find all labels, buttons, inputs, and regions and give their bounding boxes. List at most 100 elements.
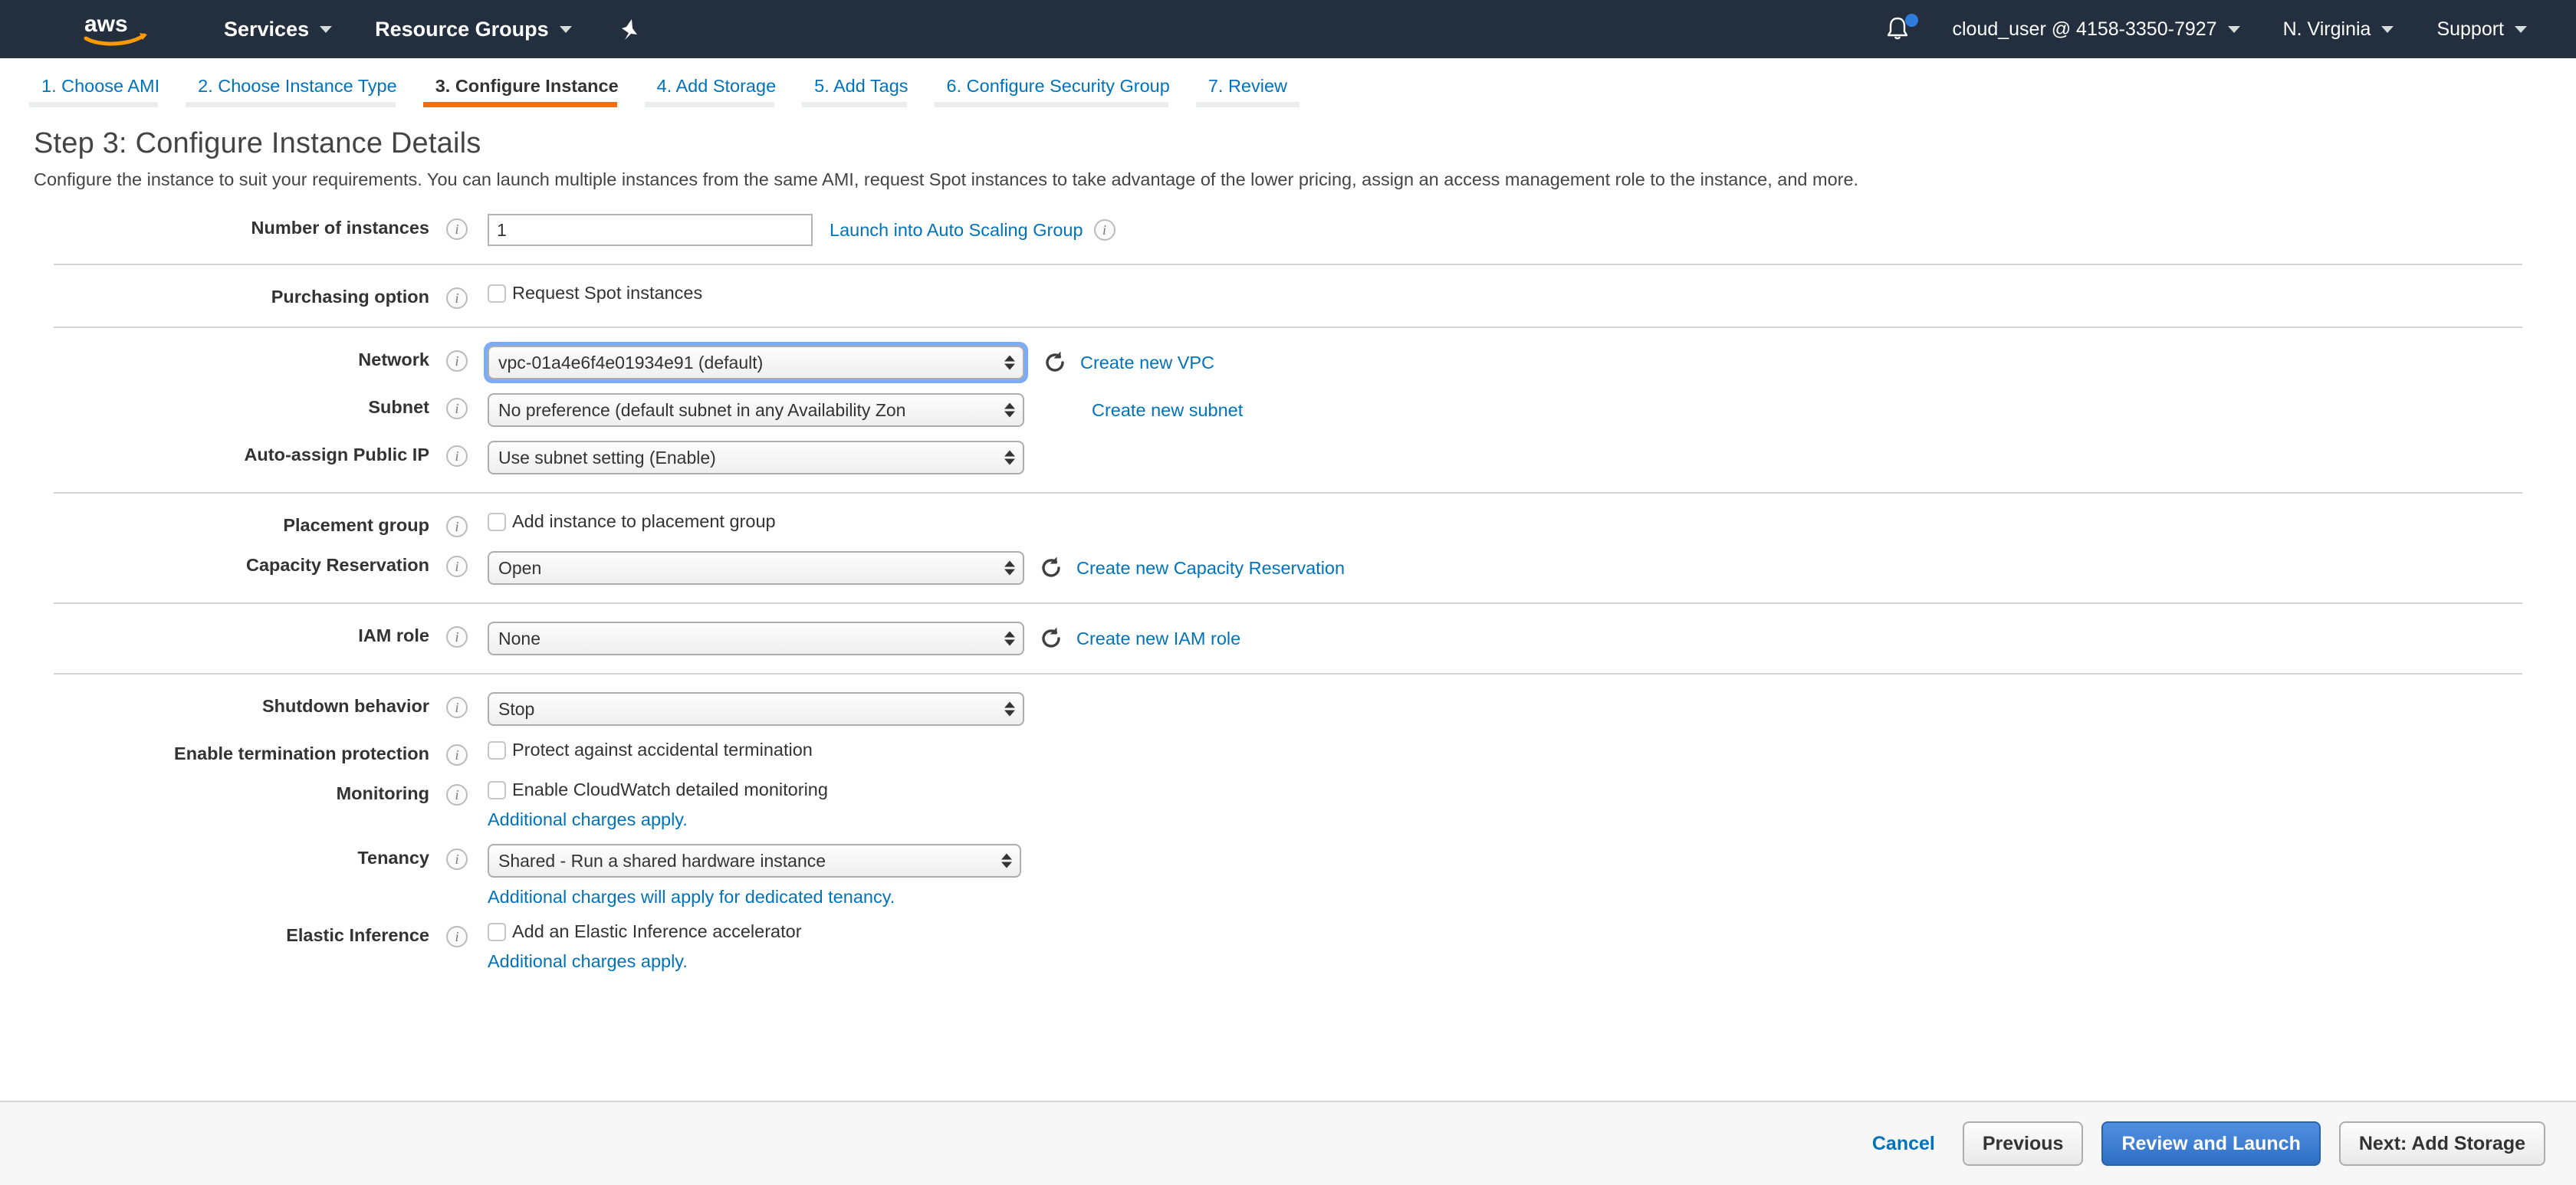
monitoring-additional-charges-link[interactable]: Additional charges apply. <box>488 809 828 830</box>
nav-services[interactable]: Services <box>202 0 353 58</box>
cancel-link[interactable]: Cancel <box>1872 1133 1935 1155</box>
wizard-step-4-label: 4. Add Storage <box>657 76 776 96</box>
aws-logo-icon[interactable]: aws <box>83 11 152 47</box>
wizard-step-5[interactable]: 5. Add Tags <box>802 76 920 107</box>
tenancy-additional-charges-link[interactable]: Additional charges will apply for dedica… <box>488 887 1021 908</box>
info-icon[interactable]: i <box>446 287 468 309</box>
wizard-step-1[interactable]: 1. Choose AMI <box>29 76 172 107</box>
wizard-step-6[interactable]: 6. Configure Security Group <box>935 76 1182 107</box>
refresh-iam-role-icon[interactable] <box>1038 625 1064 652</box>
wizard-steps: 1. Choose AMI 2. Choose Instance Type 3.… <box>0 58 2576 107</box>
elastic-inference-checkbox[interactable]: Add an Elastic Inference accelerator <box>488 921 802 942</box>
info-icon[interactable]: i <box>446 697 468 718</box>
review-and-launch-button[interactable]: Review and Launch <box>2101 1121 2320 1166</box>
section-divider <box>54 673 2522 675</box>
number-of-instances-input[interactable] <box>488 214 813 246</box>
elastic-inference-additional-charges-link[interactable]: Additional charges apply. <box>488 951 802 972</box>
info-icon[interactable]: i <box>446 218 468 240</box>
info-icon[interactable]: i <box>446 926 468 947</box>
info-icon[interactable]: i <box>446 626 468 648</box>
checkbox-box[interactable] <box>488 741 506 760</box>
label-purchasing-option: Purchasing option <box>0 283 429 307</box>
create-new-vpc-link[interactable]: Create new VPC <box>1080 353 1214 373</box>
info-icon[interactable]: i <box>446 849 468 870</box>
refresh-network-icon[interactable] <box>1042 350 1068 376</box>
info-icon[interactable]: i <box>446 784 468 806</box>
info-icon[interactable]: i <box>446 445 468 467</box>
wizard-step-4[interactable]: 4. Add Storage <box>645 76 788 107</box>
next-add-storage-button[interactable]: Next: Add Storage <box>2339 1121 2545 1166</box>
subnet-select-value: No preference (default subnet in any Ava… <box>498 400 905 421</box>
refresh-capacity-reservation-icon[interactable] <box>1038 555 1064 581</box>
info-icon[interactable]: i <box>446 556 468 577</box>
create-new-capacity-reservation-link[interactable]: Create new Capacity Reservation <box>1076 558 1345 579</box>
nav-support-menu[interactable]: Support <box>2415 0 2548 58</box>
select-arrows-icon <box>1004 356 1015 370</box>
monitoring-label: Enable CloudWatch detailed monitoring <box>512 780 828 800</box>
wizard-step-7-label: 7. Review <box>1208 76 1287 96</box>
select-arrows-icon <box>1001 854 1012 868</box>
wizard-step-3[interactable]: 3. Configure Instance <box>423 76 631 107</box>
monitoring-checkbox[interactable]: Enable CloudWatch detailed monitoring <box>488 780 828 800</box>
create-new-iam-role-link[interactable]: Create new IAM role <box>1076 629 1240 649</box>
tenancy-select[interactable]: Shared - Run a shared hardware instance <box>488 844 1021 878</box>
launch-into-auto-scaling-group-link[interactable]: Launch into Auto Scaling Group <box>830 220 1083 241</box>
wizard-footer: Cancel Previous Review and Launch Next: … <box>0 1101 2576 1185</box>
add-instance-to-placement-group-label: Add instance to placement group <box>512 511 776 532</box>
network-select[interactable]: vpc-01a4e6f4e01934e91 (default) <box>488 346 1024 379</box>
notification-badge-dot <box>1905 14 1918 27</box>
nav-region-menu[interactable]: N. Virginia <box>2262 0 2416 58</box>
notifications-bell-button[interactable] <box>1884 15 1911 43</box>
label-auto-assign-public-ip: Auto-assign Public IP <box>0 441 429 465</box>
checkbox-box[interactable] <box>488 284 506 303</box>
info-icon[interactable]: i <box>1094 219 1116 241</box>
shutdown-behavior-select[interactable]: Stop <box>488 692 1024 726</box>
request-spot-instances-label: Request Spot instances <box>512 283 702 304</box>
info-icon[interactable]: i <box>446 350 468 372</box>
capacity-reservation-select[interactable]: Open <box>488 551 1024 585</box>
request-spot-instances-checkbox[interactable]: Request Spot instances <box>488 283 702 304</box>
select-arrows-icon <box>1004 561 1015 576</box>
chevron-down-icon <box>2515 26 2527 33</box>
checkbox-box[interactable] <box>488 781 506 799</box>
tenancy-value: Shared - Run a shared hardware instance <box>498 851 826 872</box>
row-subnet: Subnet i No preference (default subnet i… <box>0 386 2576 434</box>
nav-account-menu[interactable]: cloud_user @ 4158-3350-7927 <box>1930 0 2261 58</box>
row-iam-role: IAM role i None Create new IAM role <box>0 615 2576 662</box>
shutdown-behavior-value: Stop <box>498 699 534 720</box>
termination-protection-label: Protect against accidental termination <box>512 740 813 760</box>
auto-assign-public-ip-select[interactable]: Use subnet setting (Enable) <box>488 441 1024 474</box>
checkbox-box[interactable] <box>488 923 506 941</box>
add-instance-to-placement-group-checkbox[interactable]: Add instance to placement group <box>488 511 776 532</box>
info-icon[interactable]: i <box>446 516 468 537</box>
row-placement-group: Placement group i Add instance to placem… <box>0 504 2576 544</box>
row-purchasing-option: Purchasing option i Request Spot instanc… <box>0 276 2576 316</box>
select-arrows-icon <box>1004 451 1015 465</box>
label-monitoring: Monitoring <box>0 780 429 804</box>
capacity-reservation-value: Open <box>498 558 541 579</box>
termination-protection-checkbox[interactable]: Protect against accidental termination <box>488 740 813 760</box>
subnet-select[interactable]: No preference (default subnet in any Ava… <box>488 393 1024 427</box>
iam-role-select[interactable]: None <box>488 622 1024 655</box>
checkbox-box[interactable] <box>488 513 506 531</box>
nav-support-label: Support <box>2436 18 2504 41</box>
nav-resource-groups[interactable]: Resource Groups <box>353 0 593 58</box>
wizard-step-2[interactable]: 2. Choose Instance Type <box>186 76 409 107</box>
info-icon[interactable]: i <box>446 398 468 419</box>
nav-services-label: Services <box>224 18 309 41</box>
section-divider <box>54 602 2522 604</box>
row-elastic-inference: Elastic Inference i Add an Elastic Infer… <box>0 914 2576 979</box>
info-icon[interactable]: i <box>446 744 468 766</box>
create-new-subnet-link[interactable]: Create new subnet <box>1092 400 1243 421</box>
network-select-focus-ring: vpc-01a4e6f4e01934e91 (default) <box>484 342 1028 383</box>
label-iam-role: IAM role <box>0 622 429 646</box>
label-tenancy: Tenancy <box>0 844 429 868</box>
section-divider <box>54 492 2522 494</box>
row-monitoring: Monitoring i Enable CloudWatch detailed … <box>0 773 2576 837</box>
previous-button[interactable]: Previous <box>1963 1121 2084 1166</box>
select-arrows-icon <box>1004 702 1015 717</box>
wizard-step-7[interactable]: 7. Review <box>1196 76 1300 107</box>
pin-icon[interactable] <box>619 18 639 41</box>
row-number-of-instances: Number of instances i Launch into Auto S… <box>0 207 2576 253</box>
row-capacity-reservation: Capacity Reservation i Open Create new C… <box>0 544 2576 592</box>
